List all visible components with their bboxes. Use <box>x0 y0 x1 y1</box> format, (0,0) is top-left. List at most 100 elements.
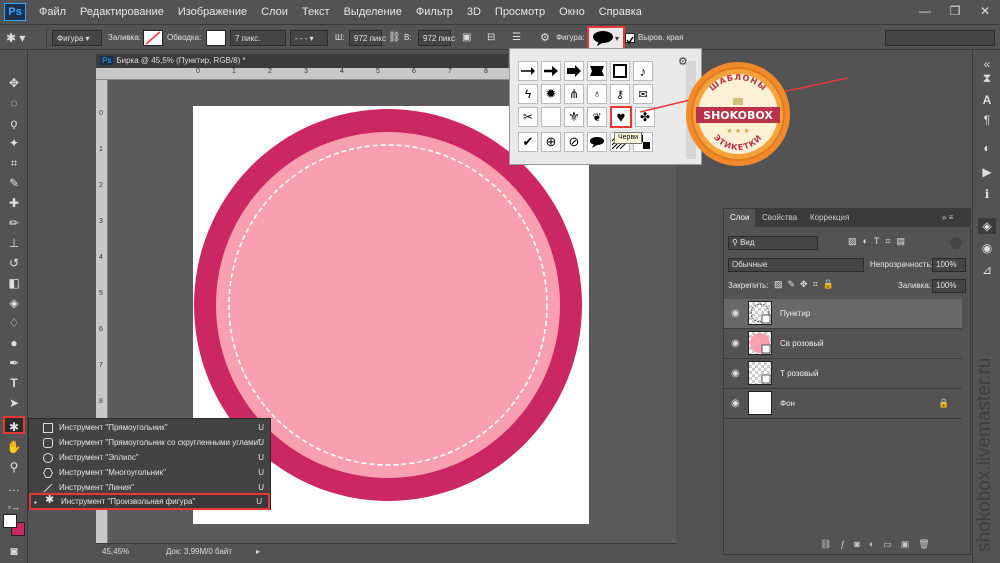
shape-scissors[interactable]: ✂ <box>518 107 538 127</box>
shape-music-note[interactable]: ♪ <box>633 61 653 81</box>
tool-mode-select[interactable]: Фигура ▾ <box>52 30 102 46</box>
stroke-style-select[interactable]: - - - ▾ <box>290 30 328 46</box>
flyout-item-custom-shape[interactable]: ▪ ✱ Инструмент "Произвольная фигура" U <box>29 493 270 510</box>
menu-layers[interactable]: Слои <box>254 0 295 24</box>
menu-view[interactable]: Просмотр <box>488 0 552 24</box>
shape-no-sign[interactable]: ⊘ <box>564 132 584 152</box>
status-arrow-icon[interactable]: ▸ <box>256 544 260 560</box>
fill-swatch[interactable] <box>143 30 163 46</box>
layer-row[interactable]: ◉ Т розовый <box>724 359 962 389</box>
zoom-tool-icon[interactable]: ⚲ <box>3 458 25 476</box>
quick-mask-icon[interactable]: ◙ <box>3 542 25 560</box>
marquee-tool-icon[interactable]: ◌ <box>3 94 25 112</box>
menu-edit[interactable]: Редактирование <box>73 0 171 24</box>
lock-icons[interactable]: ▨✎✥⌗🔒 <box>774 279 839 290</box>
link-icon[interactable]: ⛓ <box>388 30 401 46</box>
blur-tool-icon[interactable]: ♢ <box>3 314 25 332</box>
shape-arrow-1[interactable] <box>518 61 538 81</box>
crop-tool-icon[interactable]: ⌗ <box>3 154 25 172</box>
eye-icon[interactable]: ◉ <box>731 308 740 319</box>
shape-frame[interactable] <box>610 61 630 81</box>
shape-lightning[interactable]: ϟ <box>518 84 538 104</box>
tab-properties[interactable]: Свойства <box>756 209 803 227</box>
shape-fleur-de-lis[interactable]: ⚜ <box>564 107 584 127</box>
custom-shape-tool-icon[interactable]: ✱ <box>3 416 25 434</box>
clone-stamp-tool-icon[interactable]: ⊥ <box>3 234 25 252</box>
history-brush-tool-icon[interactable]: ↺ <box>3 254 25 272</box>
stroke-swatch[interactable] <box>206 30 226 46</box>
menu-image[interactable]: Изображение <box>171 0 254 24</box>
minimize-icon[interactable]: — <box>910 0 940 24</box>
shape-key[interactable]: ⚷ <box>610 84 630 104</box>
type-tool-icon[interactable]: T <box>3 374 25 392</box>
shape-target[interactable]: ⊕ <box>541 132 561 152</box>
menu-filter[interactable]: Фильтр <box>409 0 460 24</box>
menu-type[interactable]: Текст <box>295 0 337 24</box>
restore-icon[interactable]: ❐ <box>940 0 970 24</box>
zoom-level[interactable]: 45,45% <box>102 544 129 560</box>
pen-tool-icon[interactable]: ✒ <box>3 354 25 372</box>
shape-grass[interactable]: ⋔ <box>564 84 584 104</box>
filter-toggle[interactable] <box>950 237 962 249</box>
panel-menu-icon[interactable]: » ≡ <box>936 209 959 227</box>
move-tool-icon[interactable]: ✥ <box>3 74 25 92</box>
kind-filter-select[interactable]: ⚲ Вид <box>728 236 818 250</box>
gear-icon[interactable]: ⚙ <box>540 30 550 46</box>
shape-envelope[interactable]: ✉ <box>633 84 653 104</box>
shape-banner[interactable] <box>587 61 607 81</box>
stroke-width-field[interactable]: 7 пикс. <box>230 30 286 46</box>
hand-tool-icon[interactable]: ✋ <box>3 438 25 456</box>
shape-blank[interactable] <box>541 107 561 127</box>
info-panel-icon[interactable]: ℹ <box>978 186 996 202</box>
blend-mode-select[interactable]: Обычные <box>728 258 864 272</box>
shape-heart[interactable]: ♥ <box>610 106 632 128</box>
shape-arrow-2[interactable] <box>541 61 561 81</box>
flyout-item-rounded-rectangle[interactable]: Инструмент "Прямоугольник со скругленным… <box>29 436 270 450</box>
character-panel-icon[interactable]: A <box>978 92 996 108</box>
layers-footer-icons[interactable]: ⛓ƒ◙◐▭▣🗑 <box>820 539 939 550</box>
custom-shape-preset-icon[interactable]: ✱ ▾ <box>6 30 42 46</box>
document-tab[interactable]: Ps Бирка @ 45,5% (Пунктир, RGB/8) * <box>96 54 508 68</box>
paths-panel-icon[interactable]: ⊿ <box>978 262 996 278</box>
width-field[interactable]: 972 пикс <box>349 30 386 46</box>
paint-bucket-tool-icon[interactable]: ◈ <box>3 294 25 312</box>
shape-puzzle[interactable]: ✤ <box>635 107 655 127</box>
eye-icon[interactable]: ◉ <box>731 398 740 409</box>
history-panel-icon[interactable]: ⧗ <box>978 70 996 86</box>
filter-icons[interactable]: ▨◐T⌗▤ <box>848 236 911 247</box>
menu-select[interactable]: Выделение <box>337 0 409 24</box>
shape-arrow-3[interactable] <box>564 61 584 81</box>
magic-wand-tool-icon[interactable]: ✦ <box>3 134 25 152</box>
channels-panel-icon[interactable]: ◉ <box>978 240 996 256</box>
layers-panel-icon[interactable]: ◈ <box>978 218 996 234</box>
fill-opacity-field[interactable]: 100% <box>932 279 966 293</box>
flyout-item-polygon[interactable]: Инструмент "Многоугольник" U <box>29 466 270 480</box>
path-alignment-icon[interactable]: ⊟ <box>487 30 495 46</box>
path-selection-tool-icon[interactable]: ➤ <box>3 394 25 412</box>
eye-icon[interactable]: ◉ <box>731 368 740 379</box>
brush-tool-icon[interactable]: ✏ <box>3 214 25 232</box>
tab-adjustments[interactable]: Коррекция <box>804 209 855 227</box>
flyout-item-ellipse[interactable]: Инструмент "Эллипс" U <box>29 451 270 465</box>
layer-row[interactable]: ◉ Фон 🔒 <box>724 389 962 419</box>
shape-bird[interactable]: ❦ <box>587 107 607 127</box>
foreground-color-swatch[interactable] <box>3 514 17 528</box>
shape-burst[interactable]: ✹ <box>541 84 561 104</box>
play-actions-icon[interactable]: ▶ <box>978 164 996 180</box>
align-edges-checkbox[interactable] <box>625 33 635 45</box>
shape-speech-bubble[interactable] <box>587 132 607 152</box>
eraser-tool-icon[interactable]: ◧ <box>3 274 25 292</box>
menu-help[interactable]: Справка <box>592 0 649 24</box>
path-operations-icon[interactable]: ▣ <box>462 30 471 46</box>
path-arrangement-icon[interactable]: ☰ <box>512 30 521 46</box>
height-field[interactable]: 972 пикс <box>418 30 455 46</box>
shape-lightbulb[interactable]: ♁ <box>587 84 607 104</box>
flyout-item-rectangle[interactable]: Инструмент "Прямоугольник" U <box>29 421 270 435</box>
eye-icon[interactable]: ◉ <box>731 338 740 349</box>
layer-row[interactable]: ◉ Пунктир <box>724 299 962 329</box>
tab-layers[interactable]: Слои <box>724 209 756 227</box>
paragraph-panel-icon[interactable]: ¶ <box>978 112 996 128</box>
layer-row[interactable]: ◉ Св розовый <box>724 329 962 359</box>
eyedropper-tool-icon[interactable]: ✎ <box>3 174 25 192</box>
menu-file[interactable]: Файл <box>32 0 73 24</box>
